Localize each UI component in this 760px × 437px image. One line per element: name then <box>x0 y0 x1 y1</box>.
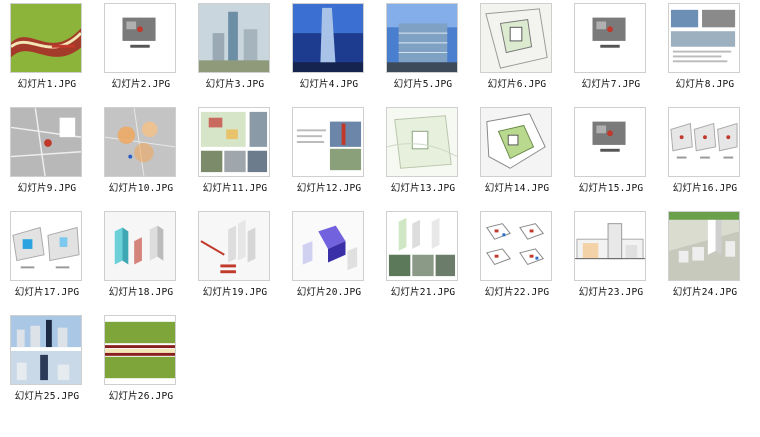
file-item[interactable]: 幻灯片5.JPG <box>376 1 470 103</box>
file-name-label[interactable]: 幻灯片6.JPG <box>470 76 564 90</box>
file-thumbnail[interactable] <box>10 107 82 177</box>
file-name-label[interactable]: 幻灯片12.JPG <box>282 180 376 194</box>
file-name-label[interactable]: 幻灯片4.JPG <box>282 76 376 90</box>
file-thumbnail[interactable] <box>480 107 552 177</box>
file-item[interactable]: 幻灯片1.JPG <box>0 1 94 103</box>
file-thumbnail[interactable] <box>668 211 740 281</box>
file-thumbnail[interactable] <box>10 315 82 385</box>
file-name-label[interactable]: 幻灯片13.JPG <box>376 180 470 194</box>
file-item[interactable]: 幻灯片14.JPG <box>470 105 564 207</box>
file-name-label[interactable]: 幻灯片19.JPG <box>188 284 282 298</box>
file-name-label[interactable]: 幻灯片2.JPG <box>94 76 188 90</box>
file-thumbnail[interactable] <box>104 107 176 177</box>
file-item[interactable]: 幻灯片12.JPG <box>282 105 376 207</box>
file-thumbnail[interactable] <box>668 107 740 177</box>
file-item[interactable]: 幻灯片26.JPG <box>94 313 188 415</box>
file-item[interactable]: 幻灯片19.JPG <box>188 209 282 311</box>
file-thumbnail[interactable] <box>292 107 364 177</box>
file-item[interactable]: 幻灯片6.JPG <box>470 1 564 103</box>
file-thumbnail[interactable] <box>104 315 176 385</box>
file-item[interactable]: 幻灯片13.JPG <box>376 105 470 207</box>
file-name-label[interactable]: 幻灯片10.JPG <box>94 180 188 194</box>
file-name-label[interactable]: 幻灯片5.JPG <box>376 76 470 90</box>
file-name-label[interactable]: 幻灯片22.JPG <box>470 284 564 298</box>
file-thumbnail[interactable] <box>386 107 458 177</box>
file-thumbnail[interactable] <box>386 211 458 281</box>
file-item[interactable]: 幻灯片23.JPG <box>564 209 658 311</box>
file-name-label[interactable]: 幻灯片15.JPG <box>564 180 658 194</box>
file-thumbnail[interactable] <box>198 107 270 177</box>
file-name-label[interactable]: 幻灯片7.JPG <box>564 76 658 90</box>
file-item[interactable]: 幻灯片9.JPG <box>0 105 94 207</box>
file-name-label[interactable]: 幻灯片20.JPG <box>282 284 376 298</box>
file-item[interactable]: 幻灯片4.JPG <box>282 1 376 103</box>
file-thumbnail[interactable] <box>104 211 176 281</box>
file-thumbnail[interactable] <box>574 3 646 73</box>
file-name-label[interactable]: 幻灯片3.JPG <box>188 76 282 90</box>
file-thumbnail[interactable] <box>10 211 82 281</box>
file-name-label[interactable]: 幻灯片16.JPG <box>658 180 752 194</box>
file-thumbnail-grid: 幻灯片1.JPG 幻灯片2.JPG 幻灯片3.JPG 幻灯片4.JPG 幻灯片5.JPG… <box>0 0 760 437</box>
file-item[interactable]: 幻灯片17.JPG <box>0 209 94 311</box>
file-name-label[interactable]: 幻灯片11.JPG <box>188 180 282 194</box>
file-item[interactable]: 幻灯片10.JPG <box>94 105 188 207</box>
file-thumbnail[interactable] <box>10 3 82 73</box>
file-item[interactable]: 幻灯片2.JPG <box>94 1 188 103</box>
file-thumbnail[interactable] <box>480 3 552 73</box>
file-thumbnail[interactable] <box>480 211 552 281</box>
file-thumbnail[interactable] <box>292 3 364 73</box>
file-item[interactable]: 幻灯片3.JPG <box>188 1 282 103</box>
file-item[interactable]: 幻灯片22.JPG <box>470 209 564 311</box>
file-item[interactable]: 幻灯片16.JPG <box>658 105 752 207</box>
file-thumbnail[interactable] <box>574 211 646 281</box>
file-item[interactable]: 幻灯片7.JPG <box>564 1 658 103</box>
file-thumbnail[interactable] <box>198 211 270 281</box>
file-item[interactable]: 幻灯片25.JPG <box>0 313 94 415</box>
file-name-label[interactable]: 幻灯片26.JPG <box>94 388 188 402</box>
file-name-label[interactable]: 幻灯片24.JPG <box>658 284 752 298</box>
file-item[interactable]: 幻灯片18.JPG <box>94 209 188 311</box>
file-name-label[interactable]: 幻灯片8.JPG <box>658 76 752 90</box>
file-item[interactable]: 幻灯片11.JPG <box>188 105 282 207</box>
file-thumbnail[interactable] <box>292 211 364 281</box>
file-item[interactable]: 幻灯片8.JPG <box>658 1 752 103</box>
file-name-label[interactable]: 幻灯片25.JPG <box>0 388 94 402</box>
file-thumbnail[interactable] <box>668 3 740 73</box>
file-name-label[interactable]: 幻灯片23.JPG <box>564 284 658 298</box>
file-thumbnail[interactable] <box>574 107 646 177</box>
file-name-label[interactable]: 幻灯片21.JPG <box>376 284 470 298</box>
file-name-label[interactable]: 幻灯片17.JPG <box>0 284 94 298</box>
file-thumbnail[interactable] <box>386 3 458 73</box>
file-item[interactable]: 幻灯片21.JPG <box>376 209 470 311</box>
file-thumbnail[interactable] <box>104 3 176 73</box>
file-name-label[interactable]: 幻灯片18.JPG <box>94 284 188 298</box>
file-item[interactable]: 幻灯片24.JPG <box>658 209 752 311</box>
file-name-label[interactable]: 幻灯片1.JPG <box>0 76 94 90</box>
file-name-label[interactable]: 幻灯片9.JPG <box>0 180 94 194</box>
file-item[interactable]: 幻灯片15.JPG <box>564 105 658 207</box>
file-item[interactable]: 幻灯片20.JPG <box>282 209 376 311</box>
file-thumbnail[interactable] <box>198 3 270 73</box>
file-name-label[interactable]: 幻灯片14.JPG <box>470 180 564 194</box>
